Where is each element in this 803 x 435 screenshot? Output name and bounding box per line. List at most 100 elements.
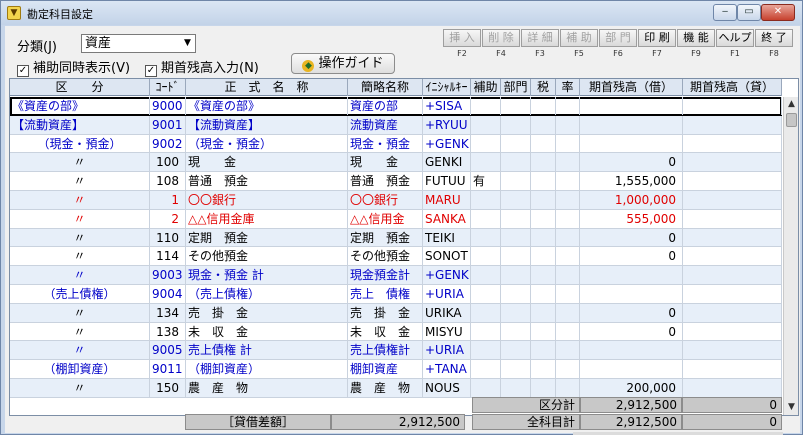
table-cell[interactable]: +GENK xyxy=(423,134,471,153)
table-cell[interactable] xyxy=(556,360,580,379)
table-row[interactable]: 【流動資産】 9001 【流動資産】 流動資産 +RYUU xyxy=(10,115,782,135)
table-cell[interactable] xyxy=(501,303,531,322)
table-cell[interactable]: 現金預金計 xyxy=(348,266,423,285)
table-cell[interactable]: SONOT xyxy=(423,247,471,266)
column-header-4[interactable]: ｲﾆｼｬﾙｷｰ xyxy=(423,79,471,96)
table-cell[interactable]: △△信用金庫 xyxy=(186,209,348,228)
table-cell[interactable]: △△信用金 xyxy=(348,209,423,228)
table-cell[interactable] xyxy=(556,266,580,285)
table-cell[interactable] xyxy=(501,153,531,172)
table-cell[interactable] xyxy=(471,228,501,247)
table-row[interactable]: 〃 1 〇〇銀行 〇〇銀行 MARU 1,000,000 xyxy=(10,190,782,210)
chevron-down-icon[interactable]: ▼ xyxy=(180,35,195,52)
table-cell[interactable]: 1,555,000 xyxy=(580,172,683,191)
table-cell[interactable]: 9001 xyxy=(150,115,186,134)
table-cell[interactable] xyxy=(556,378,580,397)
table-cell[interactable]: （棚卸資産） xyxy=(10,360,150,379)
table-cell[interactable] xyxy=(501,378,531,397)
table-cell[interactable] xyxy=(556,341,580,360)
table-cell[interactable] xyxy=(580,360,683,379)
table-cell[interactable] xyxy=(683,134,782,153)
checkbox-checked-icon[interactable]: ✓ xyxy=(145,65,157,77)
table-cell[interactable] xyxy=(471,303,501,322)
table-cell[interactable]: （売上債権） xyxy=(10,284,150,303)
fkey-button-f2[interactable]: 挿 入 xyxy=(443,29,481,47)
table-cell[interactable]: 〃 xyxy=(10,266,150,285)
table-cell[interactable]: 定期 預金 xyxy=(348,228,423,247)
table-cell[interactable]: 〃 xyxy=(10,190,150,209)
column-header-5[interactable]: 補助 xyxy=(471,79,501,96)
table-cell[interactable] xyxy=(580,115,683,134)
column-header-10[interactable]: 期首残高（貸） xyxy=(683,79,782,96)
table-cell[interactable] xyxy=(531,378,556,397)
table-cell[interactable] xyxy=(683,209,782,228)
table-cell[interactable]: 0 xyxy=(580,322,683,341)
table-cell[interactable]: 普通 預金 xyxy=(186,172,348,191)
table-cell[interactable]: GENKI xyxy=(423,153,471,172)
table-cell[interactable]: 現金・預金 xyxy=(348,134,423,153)
table-cell[interactable]: 9003 xyxy=(150,266,186,285)
table-row[interactable]: 〃 110 定期 預金 定期 預金 TEIKI 0 xyxy=(10,228,782,248)
column-header-1[interactable]: ｺｰﾄﾞ xyxy=(150,79,186,96)
table-cell[interactable] xyxy=(501,97,531,115)
column-header-0[interactable]: 区 分 xyxy=(10,79,150,96)
table-cell[interactable]: 〃 xyxy=(10,303,150,322)
table-cell[interactable]: 114 xyxy=(150,247,186,266)
table-row[interactable]: 〃 134 売 掛 金売 掛 金 URIKA 0 xyxy=(10,303,782,323)
table-cell[interactable] xyxy=(580,284,683,303)
table-cell[interactable] xyxy=(683,190,782,209)
table-cell[interactable] xyxy=(531,303,556,322)
table-cell[interactable]: 〃 xyxy=(10,341,150,360)
table-cell[interactable]: 108 xyxy=(150,172,186,191)
table-cell[interactable] xyxy=(683,115,782,134)
table-cell[interactable] xyxy=(683,172,782,191)
table-cell[interactable]: +RYUU xyxy=(423,115,471,134)
table-cell[interactable] xyxy=(471,190,501,209)
table-cell[interactable]: 0 xyxy=(580,247,683,266)
table-cell[interactable]: 〃 xyxy=(10,228,150,247)
scroll-thumb[interactable] xyxy=(786,113,797,127)
table-cell[interactable]: +GENK xyxy=(423,266,471,285)
table-cell[interactable]: 134 xyxy=(150,303,186,322)
table-cell[interactable] xyxy=(531,322,556,341)
table-row[interactable]: 〃 108 普通 預金 普通 預金 FUTUU 有 1,555,000 xyxy=(10,172,782,191)
table-row[interactable]: （売上債権） 9004 （売上債権） 売上 債権 +URIA xyxy=(10,284,782,304)
table-cell[interactable] xyxy=(501,266,531,285)
table-cell[interactable]: 有 xyxy=(471,172,501,191)
table-cell[interactable]: 0 xyxy=(580,228,683,247)
table-cell[interactable]: 定期 預金 xyxy=(186,228,348,247)
table-cell[interactable] xyxy=(471,341,501,360)
table-cell[interactable]: 現 金 xyxy=(186,153,348,172)
table-cell[interactable]: 《資産の部》 xyxy=(10,97,150,115)
table-row[interactable]: 〃 100 現 金現 金 GENKI 0 xyxy=(10,153,782,173)
table-cell[interactable] xyxy=(501,209,531,228)
table-cell[interactable]: 〇〇銀行 xyxy=(186,190,348,209)
table-cell[interactable] xyxy=(471,266,501,285)
table-cell[interactable] xyxy=(531,153,556,172)
table-cell[interactable]: 200,000 xyxy=(580,378,683,397)
table-cell[interactable] xyxy=(556,115,580,134)
fkey-button-f7[interactable]: 印 刷 xyxy=(638,29,676,47)
table-cell[interactable]: 棚卸資産 xyxy=(348,360,423,379)
table-cell[interactable] xyxy=(531,190,556,209)
table-cell[interactable] xyxy=(501,134,531,153)
hojo-checkbox[interactable]: ✓ 補助同時表示(V) xyxy=(17,57,130,77)
table-cell[interactable] xyxy=(683,153,782,172)
table-cell[interactable] xyxy=(556,134,580,153)
table-cell[interactable]: 〃 xyxy=(10,322,150,341)
table-cell[interactable] xyxy=(683,247,782,266)
table-cell[interactable]: +SISA xyxy=(423,97,471,115)
table-cell[interactable] xyxy=(683,341,782,360)
guide-button[interactable]: ◆ 操作ガイド xyxy=(291,53,395,74)
table-row[interactable]: （棚卸資産） 9011 （棚卸資産） 棚卸資産 +TANA xyxy=(10,360,782,379)
table-cell[interactable]: 9000 xyxy=(150,97,186,115)
table-row[interactable]: 〃 9003 現金・預金 計現金預金計 +GENK xyxy=(10,266,782,285)
table-cell[interactable] xyxy=(531,172,556,191)
table-cell[interactable]: MARU xyxy=(423,190,471,209)
fkey-button-f1[interactable]: ヘルプ xyxy=(716,29,754,47)
table-cell[interactable] xyxy=(471,209,501,228)
table-cell[interactable]: 〇〇銀行 xyxy=(348,190,423,209)
table-cell[interactable] xyxy=(531,97,556,115)
column-header-2[interactable]: 正 式 名 称 xyxy=(186,79,348,96)
table-row[interactable]: 〃 9005 売上債権 計売上債権計 +URIA xyxy=(10,341,782,361)
